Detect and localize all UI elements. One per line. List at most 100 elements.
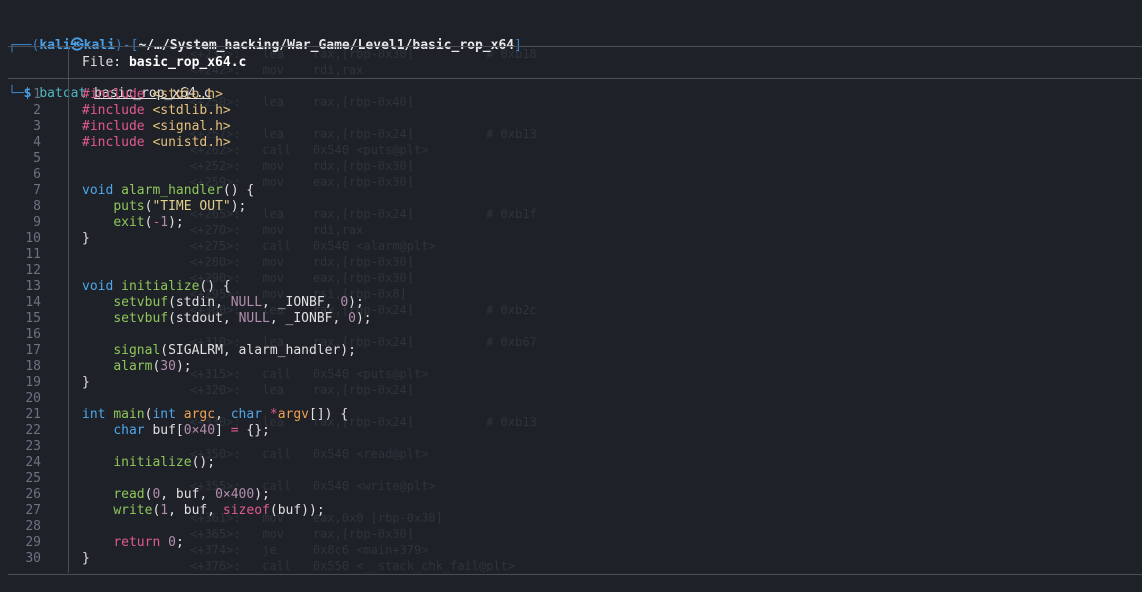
code-token: argc (183, 407, 216, 422)
command-name: batcat (39, 86, 87, 101)
line-number: 19 (25, 375, 41, 390)
line-source: } (82, 375, 90, 391)
line-number: 30 (25, 551, 41, 566)
code-token: void (82, 279, 122, 294)
code-token: write (113, 503, 153, 518)
line-number: 26 (25, 487, 41, 502)
code-token: } (82, 551, 90, 566)
code-token: () { (199, 279, 231, 294)
line-number: 24 (25, 455, 41, 470)
code-token: []) { (309, 407, 349, 422)
code-token: = (230, 423, 239, 438)
line-source: setvbuf(stdout, NULL, _IONBF, 0); (82, 311, 372, 327)
code-token: (stdin, (168, 295, 231, 310)
code-token: ); (355, 311, 372, 326)
code-token: #include (82, 135, 153, 150)
code-token: int (82, 407, 114, 422)
code-token: alarm (113, 359, 153, 374)
code-token: ); (230, 199, 247, 214)
line-number: 9 (33, 215, 41, 230)
code-token: NULL (238, 311, 270, 326)
code-token: , _IONBF, (269, 311, 349, 326)
code-token: <unistd.h> (152, 135, 231, 150)
line-number: 18 (25, 359, 41, 374)
line-number: 17 (25, 343, 41, 358)
line-source: puts("TIME OUT"); (82, 199, 246, 215)
code-token: } (82, 375, 90, 390)
code-token: #include (82, 103, 153, 118)
code-token: 0 (348, 311, 356, 326)
code-token: ); (175, 359, 192, 374)
file-header: File: basic_rop_x64.c (82, 55, 246, 71)
line-number: 3 (33, 119, 41, 134)
line-source: } (82, 551, 90, 567)
code-token: ] (215, 423, 231, 438)
code-token: (stdout, (168, 311, 239, 326)
code-token: setvbuf (113, 311, 169, 326)
code-token: <stdlib.h> (152, 103, 231, 118)
code-token: , _IONBF, (262, 295, 341, 310)
code-token: NULL (230, 295, 263, 310)
line-source: setvbuf(stdin, NULL, _IONBF, 0); (82, 295, 364, 311)
line-source: read(0, buf, 0×400); (82, 487, 270, 503)
code-token: * (269, 407, 278, 422)
code-token: #include (82, 119, 153, 134)
line-source: write(1, buf, sizeof(buf)); (82, 503, 325, 519)
header-bottom-divider (8, 78, 1142, 79)
file-name: basic_rop_x64.c (128, 55, 247, 70)
line-number: 5 (33, 151, 41, 166)
line-number: 7 (33, 183, 41, 198)
code-token: ); (254, 487, 270, 502)
line-number: 8 (33, 199, 41, 214)
code-token: (); (191, 455, 216, 470)
line-source: exit(-1); (82, 215, 183, 231)
code-token: #include (82, 87, 153, 102)
line-number: 1 (33, 87, 41, 102)
code-token: 1 (160, 503, 169, 518)
line-number: 22 (25, 423, 41, 438)
code-token: buf[ (152, 423, 184, 438)
line-number: 14 (25, 295, 41, 310)
line-source: initialize(); (82, 455, 215, 471)
code-token: initialize (121, 279, 200, 294)
line-source: void alarm_handler() { (82, 183, 254, 199)
code-token: 0×400 (215, 487, 255, 502)
header-top-divider (8, 46, 1142, 47)
code-token: (SIGALRM, alarm_handler); (160, 343, 356, 358)
code-token: argv (277, 407, 310, 422)
line-number: 13 (25, 279, 41, 294)
line-number: 20 (25, 391, 41, 406)
code-token: <stdio.h> (152, 87, 223, 102)
line-source: void initialize() { (82, 279, 231, 295)
code-token: main (113, 407, 145, 422)
line-number: 2 (33, 103, 41, 118)
line-number: 21 (25, 407, 41, 422)
code-token: 0 (168, 535, 176, 550)
line-source: #include <unistd.h> (82, 135, 231, 151)
code-token: signal (113, 343, 161, 358)
line-source: return 0; (82, 535, 183, 551)
code-token: ); (348, 295, 364, 310)
line-source: #include <stdlib.h> (82, 103, 231, 119)
code-token: initialize (113, 455, 192, 470)
line-number: 28 (25, 519, 41, 534)
line-number: 29 (25, 535, 41, 550)
code-token: void (82, 183, 122, 198)
code-token: "TIME OUT" (152, 199, 231, 214)
line-source: signal(SIGALRM, alarm_handler); (82, 343, 356, 359)
code-token: int (152, 407, 184, 422)
code-token: (buf)); (269, 503, 325, 518)
code-token: char (230, 407, 270, 422)
code-token: alarm_handler (121, 183, 223, 198)
line-number: 12 (25, 263, 41, 278)
line-source: #include <stdio.h> (82, 87, 223, 103)
line-number: 27 (25, 503, 41, 518)
